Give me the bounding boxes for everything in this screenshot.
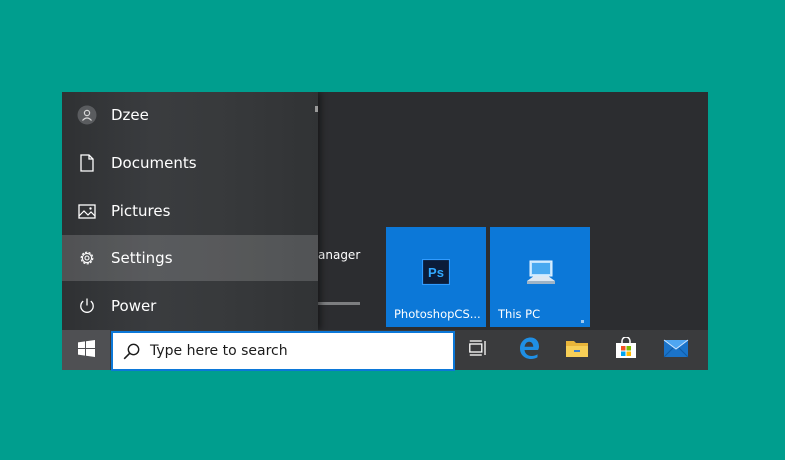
- task-view-icon: [469, 340, 487, 360]
- file-explorer-icon: [565, 338, 589, 362]
- start-menu-left-pane: Dzee Documents Pictures Settings Power: [62, 92, 318, 330]
- taskbar: Type here to search: [62, 330, 708, 371]
- tile-photoshop[interactable]: Ps PhotoshopCS...: [386, 227, 486, 327]
- mail-button[interactable]: [652, 330, 700, 370]
- pictures-label: Pictures: [111, 202, 171, 220]
- search-input[interactable]: Type here to search: [111, 331, 455, 371]
- app-list-item[interactable]: anager: [318, 248, 360, 262]
- user-name: Dzee: [111, 106, 149, 124]
- user-avatar-icon: [62, 105, 112, 125]
- start-menu: Dzee Documents Pictures Settings Power a…: [62, 92, 708, 330]
- start-item-settings[interactable]: Settings: [62, 235, 318, 281]
- edge-button[interactable]: [505, 330, 553, 370]
- start-item-power[interactable]: Power: [62, 283, 318, 329]
- document-icon: [62, 154, 112, 172]
- photoshop-icon-text: Ps: [428, 265, 444, 280]
- store-icon: [615, 336, 637, 363]
- app-list-fragment-glyph: [315, 106, 318, 112]
- start-item-user[interactable]: Dzee: [62, 92, 318, 138]
- tile-photoshop-label: PhotoshopCS...: [394, 307, 481, 321]
- tile-this-pc[interactable]: This PC: [490, 227, 590, 327]
- app-list-scrollbar[interactable]: [317, 302, 360, 305]
- pictures-icon: [62, 203, 112, 219]
- photoshop-icon: Ps: [421, 258, 451, 289]
- start-button[interactable]: [62, 330, 110, 370]
- windows-logo-icon: [77, 339, 95, 361]
- edge-icon: [518, 337, 540, 363]
- gear-icon: [62, 249, 112, 267]
- start-item-pictures[interactable]: Pictures: [62, 188, 318, 234]
- mail-icon: [663, 338, 689, 362]
- this-pc-icon: [526, 259, 556, 291]
- search-icon: [123, 343, 140, 360]
- power-label: Power: [111, 297, 157, 315]
- start-item-documents[interactable]: Documents: [62, 140, 318, 186]
- documents-label: Documents: [111, 154, 197, 172]
- store-button[interactable]: [602, 330, 650, 370]
- settings-label: Settings: [111, 249, 173, 267]
- search-placeholder: Type here to search: [150, 343, 288, 359]
- file-explorer-button[interactable]: [553, 330, 601, 370]
- tile-this-pc-label: This PC: [498, 307, 541, 321]
- power-icon: [62, 297, 112, 315]
- task-view-button[interactable]: [454, 330, 502, 370]
- tile-corner-marker: [581, 320, 584, 323]
